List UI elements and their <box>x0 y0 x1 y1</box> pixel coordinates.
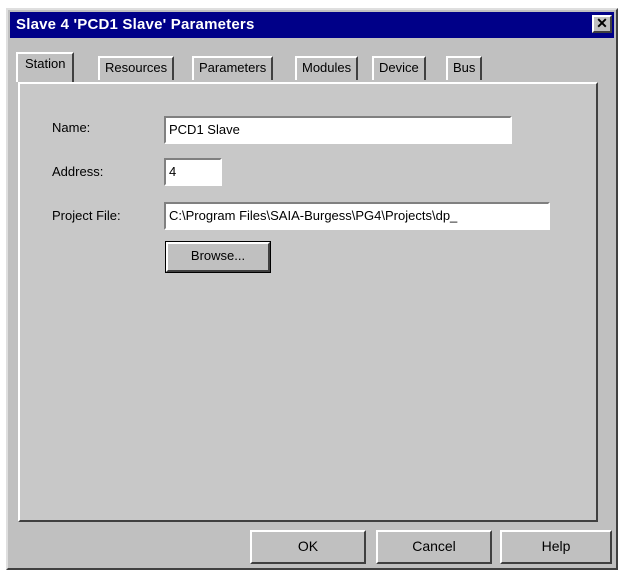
project-file-field[interactable]: C:\Program Files\SAIA-Burgess\PG4\Projec… <box>164 202 550 230</box>
title-bar[interactable]: Slave 4 'PCD1 Slave' Parameters ✕ <box>10 12 614 38</box>
help-button[interactable]: Help <box>500 530 612 564</box>
browse-button[interactable]: Browse... <box>165 241 271 273</box>
tab-resources[interactable]: Resources <box>98 56 175 80</box>
close-icon[interactable]: ✕ <box>592 15 612 33</box>
station-tab-panel: Name: PCD1 Slave Address: 4 Project File… <box>18 82 598 522</box>
tab-parameters[interactable]: Parameters <box>192 56 274 80</box>
address-field[interactable]: 4 <box>164 158 222 186</box>
cancel-button[interactable]: Cancel <box>376 530 492 564</box>
name-label: Name: <box>52 120 91 135</box>
window-title: Slave 4 'PCD1 Slave' Parameters <box>16 16 255 33</box>
tab-modules[interactable]: Modules <box>295 56 359 80</box>
name-field[interactable]: PCD1 Slave <box>164 116 512 144</box>
tab-station[interactable]: Station <box>16 52 75 82</box>
tab-device[interactable]: Device <box>372 56 426 80</box>
tab-bus[interactable]: Bus <box>446 56 483 80</box>
address-label: Address: <box>52 164 104 179</box>
project-file-label: Project File: <box>52 208 121 223</box>
ok-button[interactable]: OK <box>250 530 366 564</box>
